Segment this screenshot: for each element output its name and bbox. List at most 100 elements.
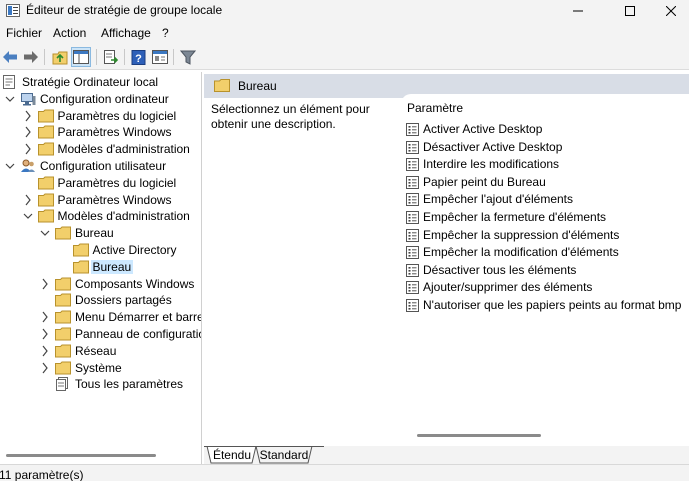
tree-item[interactable]: Paramètres Windows: [0, 192, 201, 209]
minimize-icon: [573, 10, 583, 12]
tree-item[interactable]: Paramètres Windows: [0, 124, 201, 141]
folder-icon: [37, 125, 54, 139]
tree-item-label: Paramètres Windows: [57, 192, 172, 207]
setting-row[interactable]: N'autoriser que les papiers peints au fo…: [406, 297, 686, 314]
setting-row[interactable]: Activer Active Desktop: [406, 121, 686, 138]
menu-fichier[interactable]: Fichier: [6, 26, 42, 40]
filter-button[interactable]: [178, 47, 198, 67]
folder-icon: [55, 277, 71, 291]
chevron-down-icon[interactable]: [5, 160, 15, 172]
tree-item-label: Menu Démarrer et barre d: [75, 310, 202, 325]
setting-icon: [406, 299, 419, 312]
tree-item[interactable]: Bureau: [0, 259, 201, 276]
tree-item[interactable]: Dossiers partagés: [0, 292, 201, 309]
tree-item[interactable]: Composants Windows: [0, 276, 201, 293]
close-button[interactable]: [648, 0, 689, 22]
tree-item[interactable]: Menu Démarrer et barre d: [0, 309, 202, 326]
tree-item[interactable]: Modèles d'administration: [0, 208, 201, 225]
chevron-right-icon[interactable]: [40, 345, 50, 357]
setting-row[interactable]: Empêcher la fermeture d'éléments: [406, 209, 686, 226]
toolbar-separator: [96, 49, 97, 65]
chevron-right-icon[interactable]: [23, 110, 33, 122]
help-button[interactable]: ?: [129, 47, 149, 67]
folder-icon: [55, 293, 71, 307]
tree-item-label: Configuration utilisateur: [40, 159, 167, 173]
chevron-right-icon[interactable]: [40, 311, 50, 323]
setting-row[interactable]: Empêcher la modification d'éléments: [406, 244, 686, 261]
setting-row[interactable]: Ajouter/supprimer des éléments: [406, 279, 686, 296]
properties-button[interactable]: [150, 47, 170, 67]
tree-item-label: Paramètres du logiciel: [57, 108, 177, 123]
setting-icon: [406, 211, 419, 224]
tree-item[interactable]: Bureau: [0, 225, 201, 242]
maximize-button[interactable]: [607, 0, 653, 22]
setting-row[interactable]: Désactiver tous les éléments: [406, 262, 686, 279]
setting-icon: [406, 193, 419, 207]
up-folder-button[interactable]: [50, 47, 70, 67]
tree-item-label: Composants Windows: [75, 276, 195, 291]
chevron-right-icon[interactable]: [23, 143, 33, 155]
tab-standard[interactable]: Standard: [260, 446, 309, 463]
chevron-down-icon[interactable]: [5, 93, 15, 105]
menu-help[interactable]: ?: [162, 26, 169, 40]
setting-row[interactable]: Empêcher l'ajout d'éléments: [406, 191, 686, 208]
tree-item[interactable]: Paramètres du logiciel: [0, 175, 201, 192]
tree-item-label: Panneau de configuration: [75, 327, 202, 341]
tree-item-label: Active Directory: [92, 243, 177, 257]
tree-item-label: Dossiers partagés: [75, 293, 172, 308]
tree-item-label: Système: [75, 360, 122, 375]
list-horizontal-scrollbar[interactable]: [417, 434, 541, 437]
forward-icon: [24, 51, 38, 63]
folder-icon: [37, 209, 54, 223]
tree-item[interactable]: Réseau: [0, 343, 201, 360]
tree-item[interactable]: Système: [0, 360, 201, 377]
column-header-parametre[interactable]: Paramètre: [407, 101, 463, 115]
description-text: Sélectionnez un élément pour obtenir une…: [211, 102, 370, 131]
menu-action[interactable]: Action: [53, 26, 86, 40]
setting-label: Empêcher la fermeture d'éléments: [423, 210, 607, 224]
setting-row[interactable]: Interdire les modifications: [406, 156, 686, 173]
tree-item[interactable]: Panneau de configuration: [0, 326, 202, 343]
tab-etendu[interactable]: Étendu: [212, 446, 252, 463]
tree-item[interactable]: Tous les paramètres: [0, 376, 201, 393]
forward-button[interactable]: [21, 47, 41, 67]
setting-row[interactable]: Empêcher la suppression d'éléments: [406, 227, 686, 244]
chevron-down-icon[interactable]: [40, 227, 50, 239]
chevron-right-icon[interactable]: [40, 362, 50, 374]
tree-item[interactable]: Paramètres du logiciel: [0, 108, 201, 125]
tree-item[interactable]: Stratégie Ordinateur local: [0, 74, 201, 91]
content-header-title: Bureau: [238, 79, 277, 93]
chevron-right-icon[interactable]: [23, 126, 33, 138]
policy-icon: [3, 75, 15, 89]
tree-horizontal-scrollbar[interactable]: [6, 454, 156, 457]
folder-icon: [72, 260, 89, 274]
chevron-down-icon[interactable]: [23, 210, 33, 222]
tree-item[interactable]: Configuration utilisateur: [0, 158, 201, 175]
setting-icon: [406, 228, 419, 242]
setting-icon: [406, 175, 419, 189]
setting-row[interactable]: Papier peint du Bureau: [406, 174, 686, 191]
app-icon: [6, 4, 20, 17]
setting-label: Empêcher l'ajout d'éléments: [423, 192, 573, 207]
folder-icon: [55, 226, 71, 240]
folder-icon: [37, 109, 54, 123]
tree-item[interactable]: Modèles d'administration: [0, 141, 201, 158]
tree-pane: Stratégie Ordinateur local Configuration …: [0, 72, 202, 464]
chevron-right-icon[interactable]: [40, 278, 50, 290]
setting-label: Désactiver Active Desktop: [423, 139, 563, 154]
chevron-right-icon[interactable]: [23, 194, 33, 206]
setting-row[interactable]: Désactiver Active Desktop: [406, 139, 686, 156]
svg-text:?: ?: [135, 53, 142, 65]
tree-item[interactable]: Active Directory: [0, 242, 201, 259]
export-list-button[interactable]: [101, 47, 121, 67]
back-button[interactable]: [0, 47, 20, 67]
setting-label: Activer Active Desktop: [423, 122, 543, 136]
chevron-right-icon[interactable]: [40, 328, 50, 340]
minimize-button[interactable]: [555, 0, 601, 22]
setting-label: Ajouter/supprimer des éléments: [423, 280, 593, 295]
tree-item[interactable]: Configuration ordinateur: [0, 91, 201, 108]
menu-bar: Fichier Action Affichage ?: [0, 22, 689, 44]
menu-affichage[interactable]: Affichage: [101, 26, 151, 40]
show-hide-tree-button[interactable]: [71, 47, 91, 67]
tree-item-label: Paramètres du logiciel: [57, 175, 177, 190]
